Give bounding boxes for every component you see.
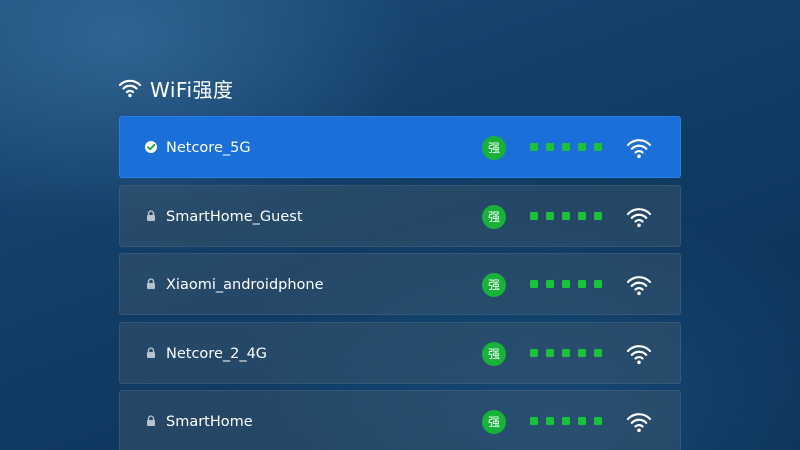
signal-dot — [594, 417, 602, 425]
signal-bars — [530, 143, 610, 151]
lock-icon — [147, 278, 155, 289]
signal-dot — [546, 417, 554, 425]
signal-dot — [594, 143, 602, 151]
wifi-network-row[interactable]: SmartHome_Guest 强 — [119, 184, 681, 247]
signal-bars — [530, 280, 610, 288]
signal-dot — [562, 280, 570, 288]
signal-dot — [578, 417, 586, 425]
wifi-network-row[interactable]: Netcore_5G 强 — [119, 116, 681, 178]
wifi-icon — [118, 79, 142, 98]
signal-bars — [530, 211, 610, 220]
signal-dot — [594, 211, 602, 220]
lock-icon — [147, 346, 155, 358]
strength-badge: 强 — [482, 410, 506, 434]
signal-bars — [530, 348, 610, 357]
wifi-signal-icon — [626, 276, 652, 296]
signal-dot — [562, 348, 570, 357]
network-ssid: Netcore_2_4G — [166, 345, 268, 362]
signal-dot — [546, 348, 554, 357]
signal-dot — [546, 211, 554, 220]
network-ssid: Xiaomi_androidphone — [166, 277, 324, 293]
wifi-signal-icon — [626, 207, 652, 227]
signal-dot — [546, 280, 554, 288]
wifi-network-row[interactable]: Netcore_2_4G 强 — [119, 321, 681, 384]
wifi-signal-icon — [626, 413, 652, 433]
signal-dot — [578, 348, 586, 357]
signal-dot — [578, 143, 586, 151]
signal-dot — [578, 280, 586, 288]
wifi-network-row[interactable]: SmartHome 强 — [119, 390, 681, 450]
network-ssid: Netcore_5G — [166, 140, 251, 156]
strength-badge: 强 — [482, 136, 506, 160]
signal-dot — [530, 348, 538, 357]
page-header: WiFi强度 — [118, 74, 234, 102]
wifi-signal-icon — [626, 344, 652, 364]
lock-icon — [147, 209, 155, 221]
wifi-network-list: Netcore_5G 强 SmartHome_Guest 强 Xiaomi_an… — [119, 116, 681, 450]
strength-badge: 强 — [482, 273, 506, 297]
signal-dot — [562, 211, 570, 220]
wifi-network-row[interactable]: Xiaomi_androidphone 强 — [119, 253, 681, 315]
network-ssid: SmartHome_Guest — [166, 208, 303, 225]
signal-dot — [562, 417, 570, 425]
lock-icon — [147, 415, 155, 426]
signal-dot — [594, 280, 602, 288]
signal-bars — [530, 417, 610, 425]
signal-dot — [530, 417, 538, 425]
signal-dot — [530, 143, 538, 151]
strength-badge: 强 — [482, 341, 506, 366]
page-title: WiFi强度 — [150, 77, 234, 102]
network-ssid: SmartHome — [166, 414, 253, 430]
signal-dot — [562, 143, 570, 151]
wifi-signal-icon — [626, 139, 652, 159]
signal-dot — [530, 211, 538, 220]
signal-dot — [530, 280, 538, 288]
check-icon — [145, 141, 157, 153]
signal-dot — [578, 211, 586, 220]
signal-dot — [546, 143, 554, 151]
signal-dot — [594, 348, 602, 357]
strength-badge: 强 — [482, 204, 506, 229]
